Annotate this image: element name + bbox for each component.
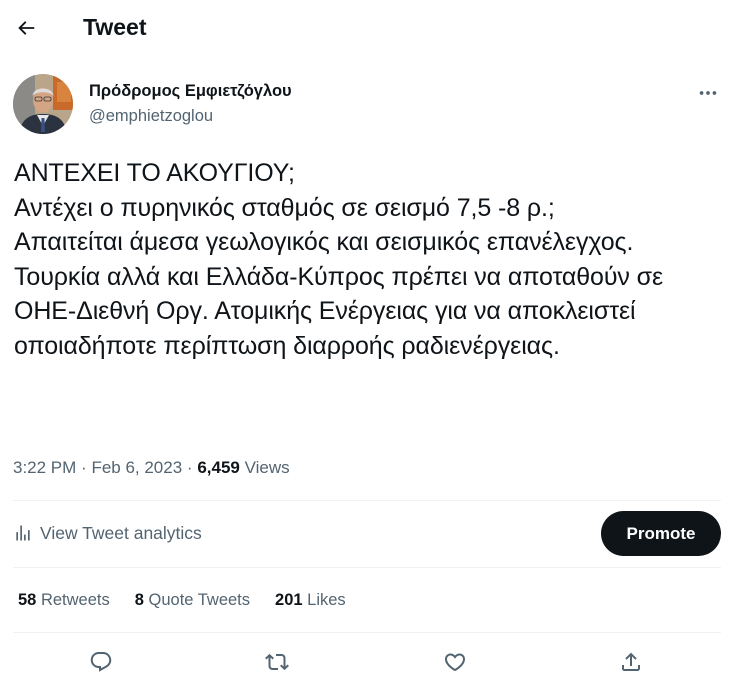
retweet-icon xyxy=(265,653,289,671)
tweet-date[interactable]: Feb 6, 2023 xyxy=(91,458,182,477)
view-tweet-analytics-link[interactable]: View Tweet analytics xyxy=(13,521,202,545)
divider xyxy=(13,567,721,568)
divider xyxy=(13,632,721,633)
avatar[interactable] xyxy=(13,74,73,134)
retweet-button[interactable] xyxy=(259,644,295,680)
quote-tweets-stat[interactable]: 8 Quote Tweets xyxy=(135,588,250,612)
tweet-time[interactable]: 3:22 PM xyxy=(13,458,76,477)
back-button[interactable] xyxy=(6,8,46,48)
share-icon xyxy=(622,652,640,671)
meta-separator: · xyxy=(81,458,92,477)
reply-icon xyxy=(90,652,112,672)
author-handle[interactable]: @emphietzoglou xyxy=(89,105,213,127)
views-label: Views xyxy=(244,458,290,477)
more-horizontal-icon xyxy=(699,91,717,95)
engagement-stats: 58 Retweets 8 Quote Tweets 201 Likes xyxy=(18,588,371,612)
reply-button[interactable] xyxy=(83,644,119,680)
promote-button[interactable]: Promote xyxy=(601,511,721,556)
retweets-stat[interactable]: 58 Retweets xyxy=(18,588,110,612)
meta-separator: · xyxy=(186,458,198,477)
avatar-image xyxy=(13,74,73,134)
likes-count: 201 xyxy=(275,591,303,609)
views-count: 6,459 xyxy=(197,458,240,477)
page-title: Tweet xyxy=(83,14,147,40)
like-button[interactable] xyxy=(437,644,473,680)
more-button[interactable] xyxy=(688,76,728,110)
tweet-text: ΑΝΤΕΧΕΙ ΤΟ ΑΚΟΥΓΙΟΥ; Αντέχει ο πυρηνικός… xyxy=(14,159,664,360)
quotes-label: Quote Tweets xyxy=(148,591,251,609)
author-name[interactable]: Πρόδρομος Εμφιετζόγλου xyxy=(89,80,292,102)
share-button[interactable] xyxy=(613,644,649,680)
heart-icon xyxy=(444,653,466,672)
likes-label: Likes xyxy=(307,591,346,609)
retweets-count: 58 xyxy=(18,591,37,609)
top-bar: Tweet xyxy=(0,0,736,56)
bar-chart-icon xyxy=(16,525,30,541)
likes-stat[interactable]: 201 Likes xyxy=(275,588,346,612)
quotes-count: 8 xyxy=(134,591,144,609)
retweets-label: Retweets xyxy=(40,591,110,609)
tweet-meta: 3:22 PM · Feb 6, 2023 · 6,459 Views xyxy=(13,456,290,480)
analytics-label: View Tweet analytics xyxy=(40,523,202,543)
arrow-left-icon xyxy=(18,21,35,35)
divider xyxy=(13,500,721,501)
